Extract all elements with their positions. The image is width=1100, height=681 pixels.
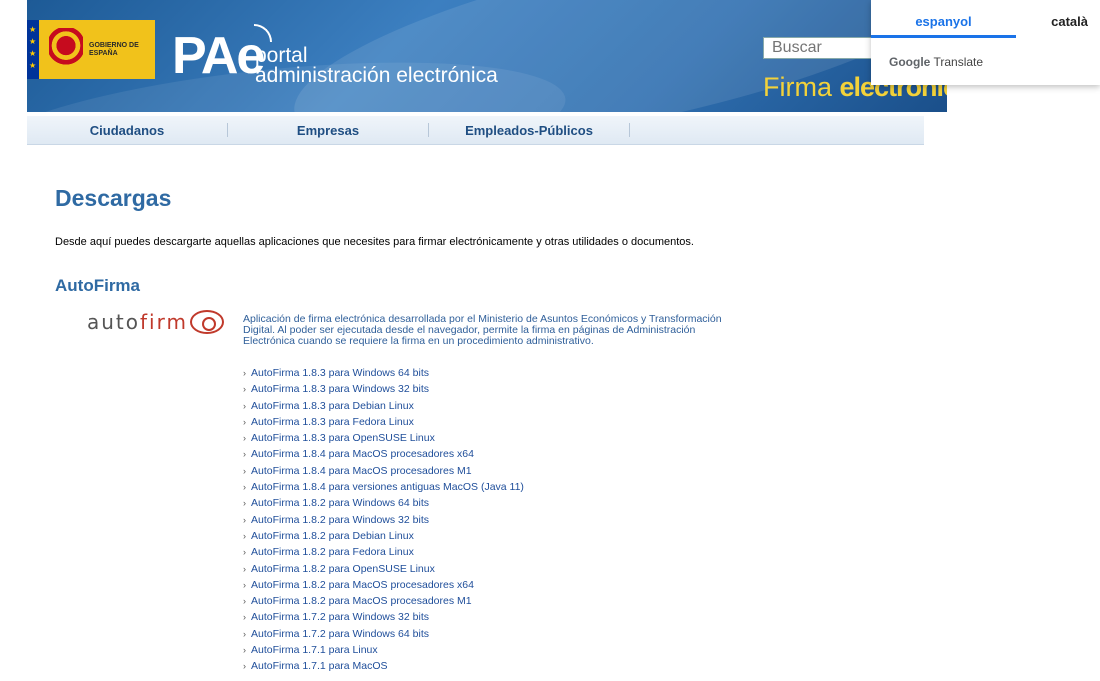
chevron-right-icon: › [243,482,246,493]
download-link[interactable]: › AutoFirma 1.8.2 para Windows 64 bits [243,495,524,511]
download-link-label: AutoFirma 1.8.2 para Debian Linux [251,529,414,542]
tab-espanyol[interactable]: espanyol [871,0,1016,38]
download-link[interactable]: › AutoFirma 1.8.2 para Fedora Linux [243,544,524,560]
download-link-label: AutoFirma 1.8.2 para Windows 64 bits [251,497,429,510]
download-link-label: AutoFirma 1.7.1 para MacOS [251,660,388,673]
google-translate-brand[interactable]: Google Translate [871,38,1100,69]
download-link[interactable]: › AutoFirma 1.8.3 para OpenSUSE Linux [243,430,524,446]
download-link-label: AutoFirma 1.7.1 para Linux [251,644,378,657]
download-link[interactable]: › AutoFirma 1.8.4 para versiones antiguas… [243,479,524,495]
autofirma-logo: autofirm [87,310,224,334]
chevron-right-icon: › [243,465,246,476]
download-list: › AutoFirma 1.8.3 para Windows 64 bits › Au… [243,365,524,675]
download-link-label: AutoFirma 1.8.3 para OpenSUSE Linux [251,432,435,445]
download-link[interactable]: › AutoFirma 1.8.3 para Windows 64 bits [243,365,524,381]
gobierno-logo[interactable]: ★ ★ ★ ★ GOBIERNO DE ESPAÑA [27,20,155,79]
tab-catala[interactable]: català [1016,0,1100,38]
translate-popup: espanyol català Google Translate [871,0,1100,85]
chevron-right-icon: › [243,563,246,574]
download-link[interactable]: › AutoFirma 1.8.3 para Fedora Linux [243,414,524,430]
chevron-right-icon: › [243,645,246,656]
chevron-right-icon: › [243,596,246,607]
portal-title: portal administración electrónica [255,44,498,87]
nav-item-empresas[interactable]: Empresas [228,116,428,145]
download-link-label: AutoFirma 1.8.4 para MacOS procesadores … [251,464,472,477]
nav-item-ciudadanos[interactable]: Ciudadanos [27,116,227,145]
download-link-label: AutoFirma 1.7.2 para Windows 32 bits [251,611,429,624]
chevron-right-icon: › [243,384,246,395]
signal-icon [254,24,272,42]
download-link[interactable]: › AutoFirma 1.8.3 para Debian Linux [243,398,524,414]
nav-divider [629,123,630,137]
download-link-label: AutoFirma 1.8.2 para Fedora Linux [251,546,414,559]
download-link[interactable]: › AutoFirma 1.8.4 para MacOS procesadores… [243,463,524,479]
intro-text: Desde aquí puedes descargarte aquellas a… [55,236,694,248]
download-link-label: AutoFirma 1.8.2 para MacOS procesadores … [251,578,474,591]
download-link[interactable]: › AutoFirma 1.8.3 para Windows 32 bits [243,381,524,397]
pae-logo[interactable]: PAe [172,30,265,82]
coat-of-arms-icon [49,27,83,72]
download-link[interactable]: › AutoFirma 1.8.2 para Debian Linux [243,528,524,544]
autofirma-description: Aplicación de firma electrónica desarrol… [243,313,722,347]
chevron-right-icon: › [243,547,246,558]
page-title: Descargas [55,185,172,211]
download-link-label: AutoFirma 1.8.2 para OpenSUSE Linux [251,562,435,575]
chevron-right-icon: › [243,433,246,444]
download-link[interactable]: › AutoFirma 1.7.2 para Windows 32 bits [243,609,524,625]
chevron-right-icon: › [243,498,246,509]
download-link-label: AutoFirma 1.8.3 para Windows 32 bits [251,383,429,396]
chevron-right-icon: › [243,416,246,427]
chevron-right-icon: › [243,514,246,525]
chevron-right-icon: › [243,628,246,639]
download-link[interactable]: › AutoFirma 1.7.1 para MacOS [243,658,524,674]
chevron-right-icon: › [243,661,246,672]
chevron-right-icon: › [243,612,246,623]
download-link-label: AutoFirma 1.7.2 para Windows 64 bits [251,627,429,640]
gobierno-text: GOBIERNO DE ESPAÑA [89,41,139,57]
download-link[interactable]: › AutoFirma 1.8.2 para MacOS procesadores… [243,577,524,593]
download-link-label: AutoFirma 1.8.2 para Windows 32 bits [251,513,429,526]
download-link[interactable]: › AutoFirma 1.7.1 para Linux [243,642,524,658]
main-nav: Ciudadanos Empresas Empleados-Públicos [27,116,924,145]
download-link-label: AutoFirma 1.8.3 para Debian Linux [251,399,414,412]
download-link[interactable]: › AutoFirma 1.8.2 para MacOS procesadores… [243,593,524,609]
download-link-label: AutoFirma 1.8.4 para MacOS procesadores … [251,448,474,461]
download-link[interactable]: › AutoFirma 1.8.2 para Windows 32 bits [243,512,524,528]
eu-flag-icon: ★ ★ ★ ★ [27,20,39,79]
chevron-right-icon: › [243,579,246,590]
download-link[interactable]: › AutoFirma 1.8.4 para MacOS procesadores… [243,446,524,462]
at-sign-icon [189,310,224,334]
site-header: ★ ★ ★ ★ GOBIERNO DE ESPAÑA PAe portal admin… [27,0,947,112]
download-link-label: AutoFirma 1.8.3 para Windows 64 bits [251,367,429,379]
download-link[interactable]: › AutoFirma 1.8.2 para OpenSUSE Linux [243,561,524,577]
nav-item-empleados-publicos[interactable]: Empleados-Públicos [429,116,629,145]
chevron-right-icon: › [243,400,246,411]
download-link[interactable]: › AutoFirma 1.7.2 para Windows 64 bits [243,626,524,642]
chevron-right-icon: › [243,530,246,541]
download-link-label: AutoFirma 1.8.2 para MacOS procesadores … [251,595,472,608]
section-title-autofirma: AutoFirma [55,276,140,295]
download-link-label: AutoFirma 1.8.4 para versiones antiguas … [251,481,524,494]
chevron-right-icon: › [243,449,246,460]
download-link-label: AutoFirma 1.8.3 para Fedora Linux [251,415,414,428]
chevron-right-icon: › [243,368,246,378]
